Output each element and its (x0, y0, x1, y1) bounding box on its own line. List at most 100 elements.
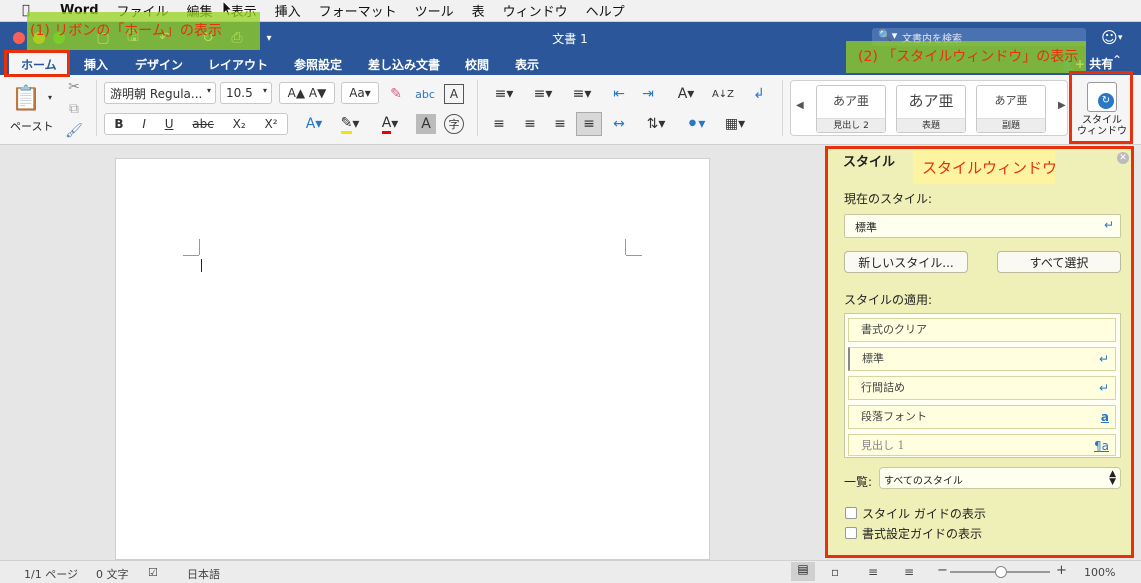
tab-insert[interactable]: 挿入 (84, 56, 108, 73)
italic-icon[interactable]: I (142, 117, 146, 131)
sort-icon[interactable]: A↓Z (710, 84, 736, 104)
sort-chinese-layout-icon[interactable]: A▾ (670, 84, 702, 104)
gallery-next-icon[interactable]: ▶ (1058, 100, 1066, 111)
annotation-label-1: (1) リボンの「ホーム」の表示 (30, 23, 222, 39)
feedback-smiley-icon[interactable]: ☺ (1101, 28, 1118, 47)
font-name-value: 游明朝 Regula... (110, 86, 203, 101)
text-cursor (201, 259, 202, 272)
style-card-sample: あア亜 (832, 94, 869, 108)
paste-label: ペースト (10, 120, 54, 133)
paste-options-chevron-icon[interactable]: ▾ (45, 92, 55, 102)
annotation-box-styles-button (1069, 71, 1133, 144)
draft-view-icon[interactable]: ≡ (904, 565, 914, 579)
zoom-in-icon[interactable]: + (1056, 563, 1067, 578)
menu-table[interactable]: 表 (472, 1, 485, 20)
align-right-icon[interactable]: ≡ (548, 114, 572, 134)
style-card-subtitle[interactable]: あア亜 副題 (976, 85, 1046, 133)
text-effects-icon[interactable]: A▾ (300, 114, 328, 134)
style-card-caption: 副題 (977, 118, 1045, 132)
strikethrough-icon[interactable]: abc (192, 117, 214, 131)
underline-icon[interactable]: U (165, 117, 174, 131)
enclose-characters-icon[interactable]: 字 (444, 114, 464, 134)
show-formatting-marks-icon[interactable]: ↲ (748, 84, 770, 104)
annotation-label-2: (2) 「スタイルウィンドウ」の表示 (858, 49, 1079, 65)
numbering-icon[interactable]: ≡▾ (526, 84, 560, 104)
clear-formatting-icon[interactable]: ✎ (385, 84, 407, 104)
share-label: 共有 (1089, 57, 1114, 71)
cut-icon[interactable]: ✂ (65, 78, 83, 96)
paste-icon[interactable]: 📋 (11, 82, 41, 114)
font-name-select[interactable]: 游明朝 Regula... ▾ (104, 82, 216, 104)
character-border-icon[interactable]: A (444, 84, 464, 104)
align-left-icon[interactable]: ≡ (487, 114, 511, 134)
highlight-color-icon[interactable]: ✎ ▾ (334, 114, 366, 134)
style-card-caption: 表題 (897, 118, 965, 132)
bold-icon[interactable]: B (114, 117, 123, 131)
tab-design[interactable]: デザイン (135, 56, 183, 73)
page-count[interactable]: 1/1 ページ (24, 566, 78, 582)
copy-icon[interactable]: ⧉ (65, 100, 83, 118)
annotation-box-styles-pane (825, 146, 1134, 558)
justify-icon[interactable]: ≡ (576, 112, 602, 136)
ribbon-separator (477, 80, 478, 136)
document-title: 文書 1 (552, 32, 588, 46)
margin-corner-mark (625, 239, 626, 255)
proofing-icon[interactable]: ☑ (148, 566, 158, 579)
menu-insert[interactable]: 挿入 (275, 1, 301, 20)
subscript-icon[interactable]: X₂ (233, 117, 246, 131)
font-size-value: 10.5 (226, 86, 253, 100)
web-layout-view-icon[interactable]: ▫ (831, 565, 839, 579)
language-indicator[interactable]: 日本語 (187, 566, 220, 582)
style-card-sample: あア亜 (994, 94, 1028, 107)
style-card-sample: あア亜 (908, 92, 954, 110)
feedback-chevron-icon[interactable]: ▾ (1118, 33, 1123, 43)
document-page[interactable] (115, 158, 710, 560)
style-card-caption: 見出し 2 (817, 118, 885, 132)
margin-corner-mark (183, 255, 199, 256)
collapse-ribbon-icon[interactable]: ⌃ (1112, 53, 1122, 67)
font-grow-shrink-group[interactable]: A▲ A▼ (279, 82, 335, 104)
ribbon-separator (782, 80, 783, 136)
chevron-down-icon: ▾ (262, 86, 267, 95)
style-card-title[interactable]: あア亜 表題 (896, 85, 966, 133)
gallery-prev-icon[interactable]: ◀ (796, 100, 804, 111)
borders-icon[interactable]: ▦▾ (718, 114, 752, 134)
zoom-out-icon[interactable]: − (937, 563, 948, 578)
tab-mailings[interactable]: 差し込み文書 (368, 56, 440, 73)
chevron-down-icon: ▾ (206, 86, 211, 95)
customize-toolbar-icon[interactable]: ▾ (262, 30, 276, 46)
character-shading-icon[interactable]: A (416, 114, 436, 134)
tab-view[interactable]: 表示 (515, 56, 539, 73)
tab-review[interactable]: 校閲 (465, 56, 489, 73)
bullets-icon[interactable]: ≡▾ (487, 84, 521, 104)
font-color-icon[interactable]: A ▾ (372, 114, 408, 134)
align-center-icon[interactable]: ≡ (518, 114, 542, 134)
ribbon-separator (96, 80, 97, 136)
multilevel-list-icon[interactable]: ≡▾ (565, 84, 599, 104)
margin-corner-mark (626, 255, 642, 256)
distributed-icon[interactable]: ↔ (607, 114, 631, 134)
close-window-button[interactable] (13, 32, 25, 44)
zoom-slider-handle[interactable] (995, 566, 1007, 578)
outline-view-icon[interactable]: ≡ (868, 565, 878, 579)
tab-layout[interactable]: レイアウト (208, 56, 268, 73)
font-size-select[interactable]: 10.5 ▾ (220, 82, 272, 104)
menu-help[interactable]: ヘルプ (586, 1, 625, 20)
shading-icon[interactable]: ⚫▾ (680, 114, 712, 134)
menu-format[interactable]: フォーマット (319, 1, 397, 20)
decrease-indent-icon[interactable]: ⇤ (608, 84, 630, 104)
margin-corner-mark (199, 239, 200, 255)
zoom-level[interactable]: 100% (1084, 566, 1115, 579)
format-painter-icon[interactable]: 🖌 (65, 122, 83, 140)
word-count[interactable]: 0 文字 (96, 566, 129, 582)
phonetic-guide-icon[interactable]: abc (414, 84, 436, 104)
print-layout-view-icon[interactable]: ▤ (791, 562, 815, 581)
superscript-icon[interactable]: X² (264, 117, 277, 131)
menu-window[interactable]: ウィンドウ (503, 1, 568, 20)
style-card-heading-2[interactable]: あア亜 見出し 2 (816, 85, 886, 133)
line-spacing-icon[interactable]: ⇅▾ (640, 114, 672, 134)
change-case-button[interactable]: Aa▾ (341, 82, 379, 104)
increase-indent-icon[interactable]: ⇥ (637, 84, 659, 104)
tab-references[interactable]: 参照設定 (294, 56, 342, 73)
menu-tools[interactable]: ツール (415, 1, 454, 20)
